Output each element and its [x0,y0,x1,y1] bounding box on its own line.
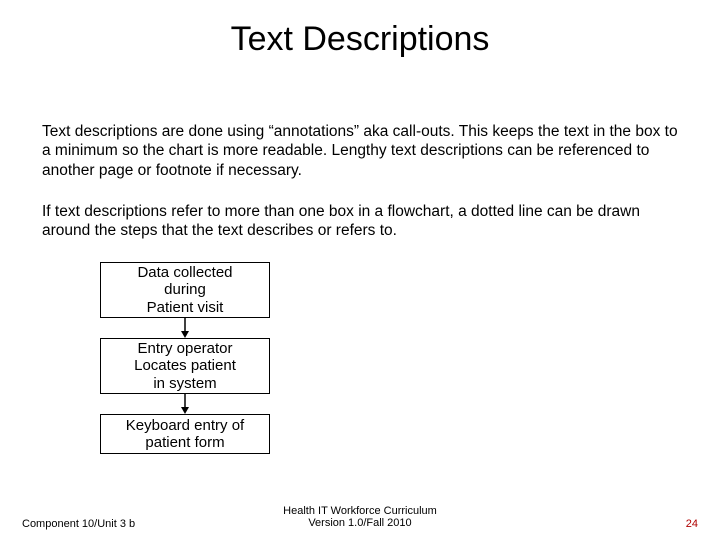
flow-box-2-line1: Entry operator [137,340,232,357]
flow-box-2: Entry operator Locates patient in system [100,338,270,394]
flow-box-1: Data collected during Patient visit [100,262,270,318]
paragraph-1: Text descriptions are done using “annota… [42,122,678,180]
footer-center: Health IT Workforce Curriculum Version 1… [0,505,720,530]
flowchart: Data collected during Patient visit Entr… [100,262,280,482]
flow-box-2-line2: Locates patient [134,357,236,374]
arrow-1 [100,318,270,338]
flow-box-1-line2: during [164,281,206,298]
footer-center-line1: Health IT Workforce Curriculum [283,505,437,517]
arrow-down-icon [180,318,190,338]
arrow-down-icon [180,394,190,414]
flow-box-3: Keyboard entry of patient form [100,414,270,454]
arrow-2 [100,394,270,414]
paragraph-2: If text descriptions refer to more than … [42,202,678,241]
flow-box-3-line1: Keyboard entry of [126,417,244,434]
slide-number: 24 [686,518,698,530]
flow-box-1-line1: Data collected [137,264,232,281]
flow-box-3-line2: patient form [145,434,224,451]
flow-box-1-line3: Patient visit [147,299,224,316]
footer-center-line2: Version 1.0/Fall 2010 [308,517,411,529]
slide-title: Text Descriptions [0,20,720,59]
flow-box-2-line3: in system [153,375,216,392]
